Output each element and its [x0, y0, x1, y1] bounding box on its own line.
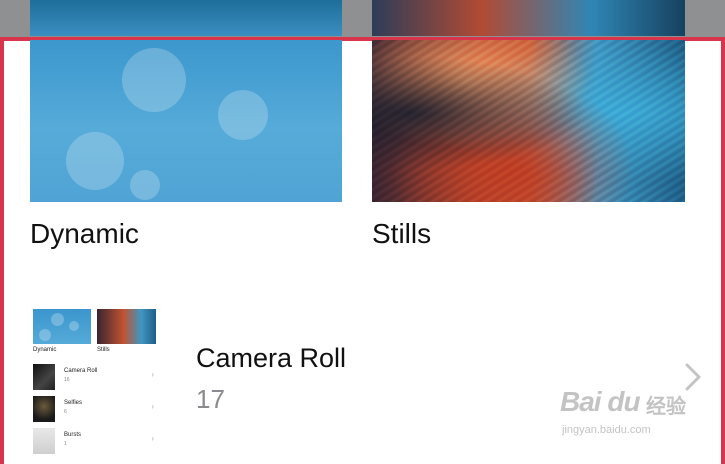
mini-list-row: Bursts 1 › [33, 428, 156, 454]
mini-chevron-icon: › [151, 434, 154, 443]
mini-row-name: Bursts [64, 432, 82, 438]
baidu-watermark: Bai du 经验 jingyan.baidu.com [560, 386, 690, 446]
mini-caption: Stills [97, 347, 110, 353]
stills-wallpaper-tile[interactable] [372, 40, 685, 202]
mini-list-row: Camera Roll 16 › [33, 364, 156, 390]
bokeh-circle [218, 90, 268, 140]
dynamic-label: Dynamic [30, 218, 139, 249]
mini-chevron-icon: › [151, 370, 154, 379]
mini-thumb [33, 428, 55, 454]
mini-thumb [33, 396, 55, 422]
mini-row-name: Selfies [64, 400, 83, 406]
album-count: 17 [196, 384, 225, 414]
mini-stills-tile [97, 309, 156, 344]
bokeh-circle [66, 132, 124, 190]
watermark-cn: 经验 [646, 396, 686, 418]
mini-bokeh [39, 329, 51, 341]
watermark-url: jingyan.baidu.com [562, 424, 651, 436]
mini-bokeh [69, 321, 79, 331]
bokeh-circle [122, 48, 186, 112]
mini-row-count: 6 [64, 409, 67, 415]
previous-wallpaper-right[interactable] [372, 0, 685, 36]
mini-chevron-icon: › [151, 402, 154, 411]
mini-row-count: 1 [64, 441, 67, 447]
dynamic-wallpaper-tile[interactable] [30, 40, 342, 202]
mini-caption: Dynamic [33, 347, 57, 353]
mini-row-name: Camera Roll [64, 368, 98, 374]
stills-label: Stills [372, 218, 432, 249]
mini-dynamic-tile [33, 309, 91, 344]
mini-list-row: Selfies 6 › [33, 396, 156, 422]
bokeh-circle [130, 170, 160, 200]
mini-thumb [33, 364, 55, 390]
sand-ripples [372, 40, 685, 202]
mini-row-count: 16 [64, 377, 70, 383]
mini-bokeh [51, 313, 64, 326]
camera-roll-thumbnail[interactable]: Dynamic Stills Camera Roll 16 › Selfies … [30, 300, 160, 464]
album-title[interactable]: Camera Roll [196, 345, 346, 372]
previous-wallpaper-left[interactable] [30, 0, 342, 36]
watermark-logo: Bai du [560, 386, 641, 417]
